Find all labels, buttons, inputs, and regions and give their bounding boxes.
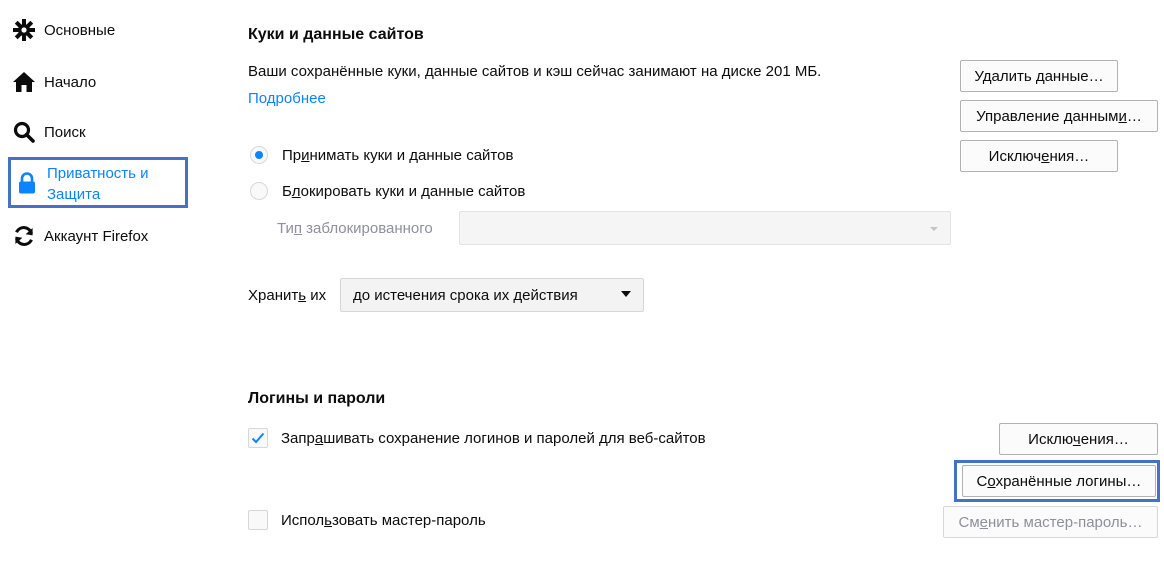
cookie-exceptions-button[interactable]: Исключения… bbox=[960, 140, 1118, 172]
sidebar-item-label: Начало bbox=[44, 73, 97, 91]
learn-more-link[interactable]: Подробнее bbox=[248, 90, 326, 107]
sidebar-item-search[interactable]: Поиск bbox=[12, 120, 86, 144]
keep-until-select-value: до истечения срока их действия bbox=[353, 286, 578, 304]
change-master-password-button[interactable]: Сменить мастер-пароль… bbox=[943, 506, 1158, 538]
sidebar-item-firefox-account[interactable]: Аккаунт Firefox bbox=[12, 224, 148, 248]
block-cookies-radio[interactable]: Блокировать куки и данные сайтов bbox=[250, 182, 525, 200]
sidebar-item-label: Поиск bbox=[44, 123, 86, 141]
sync-icon bbox=[12, 224, 36, 248]
chevron-down-icon bbox=[621, 291, 631, 297]
clear-data-button-label: Удалить данные… bbox=[974, 67, 1104, 85]
checkbox-unchecked-indicator[interactable] bbox=[248, 510, 268, 530]
chevron-down-icon bbox=[930, 227, 938, 231]
search-icon bbox=[12, 120, 36, 144]
cookie-exceptions-button-label: Исключения… bbox=[988, 147, 1090, 165]
cookies-storage-description: Ваши сохранённые куки, данные сайтов и к… bbox=[248, 63, 822, 80]
clear-data-button[interactable]: Удалить данные… bbox=[960, 60, 1118, 92]
sidebar-item-label: Основные bbox=[44, 21, 116, 39]
manage-data-button[interactable]: Управление данными… bbox=[960, 100, 1158, 132]
change-master-password-button-label: Сменить мастер-пароль… bbox=[958, 513, 1143, 531]
sidebar-item-privacy[interactable]: Приватность и Защита bbox=[8, 157, 188, 208]
blocked-type-label: Тип заблокированного bbox=[277, 220, 433, 237]
ask-save-logins-checkbox[interactable]: Запрашивать сохранение логинов и паролей… bbox=[248, 428, 706, 448]
logins-section-title: Логины и пароли bbox=[248, 390, 386, 407]
sidebar-item-general[interactable]: Основные bbox=[12, 18, 115, 42]
saved-logins-button[interactable]: Сохранённые логины… bbox=[962, 465, 1156, 497]
gear-icon bbox=[12, 18, 36, 42]
master-password-label: Использовать мастер-пароль bbox=[281, 511, 486, 529]
accept-cookies-radio[interactable]: Принимать куки и данные сайтов bbox=[250, 146, 513, 164]
master-password-checkbox[interactable]: Использовать мастер-пароль bbox=[248, 510, 486, 530]
keep-until-label: Хранить их bbox=[248, 287, 327, 304]
login-exceptions-button[interactable]: Исключения… bbox=[999, 423, 1158, 455]
keep-until-select[interactable]: до истечения срока их действия bbox=[340, 278, 644, 312]
sidebar-item-label: Аккаунт Firefox bbox=[44, 227, 149, 245]
sidebar-item-label: Приватность и Защита bbox=[47, 165, 149, 203]
block-cookies-label: Блокировать куки и данные сайтов bbox=[282, 182, 526, 200]
checkbox-checked-indicator[interactable] bbox=[248, 428, 268, 448]
blocked-type-select[interactable] bbox=[459, 211, 951, 245]
manage-data-button-label: Управление данными… bbox=[976, 107, 1142, 125]
ask-save-logins-label: Запрашивать сохранение логинов и паролей… bbox=[281, 429, 706, 447]
login-exceptions-button-label: Исключения… bbox=[1028, 430, 1129, 448]
accept-cookies-label: Принимать куки и данные сайтов bbox=[282, 146, 514, 164]
saved-logins-button-label: Сохранённые логины… bbox=[976, 472, 1142, 490]
sidebar-item-home[interactable]: Начало bbox=[12, 70, 96, 94]
checkmark-icon bbox=[251, 432, 265, 444]
radio-selected-indicator[interactable] bbox=[250, 146, 268, 164]
cookies-section-title: Куки и данные сайтов bbox=[248, 26, 424, 43]
home-icon bbox=[12, 70, 36, 94]
radio-unselected-indicator[interactable] bbox=[250, 182, 268, 200]
lock-icon bbox=[15, 171, 39, 195]
